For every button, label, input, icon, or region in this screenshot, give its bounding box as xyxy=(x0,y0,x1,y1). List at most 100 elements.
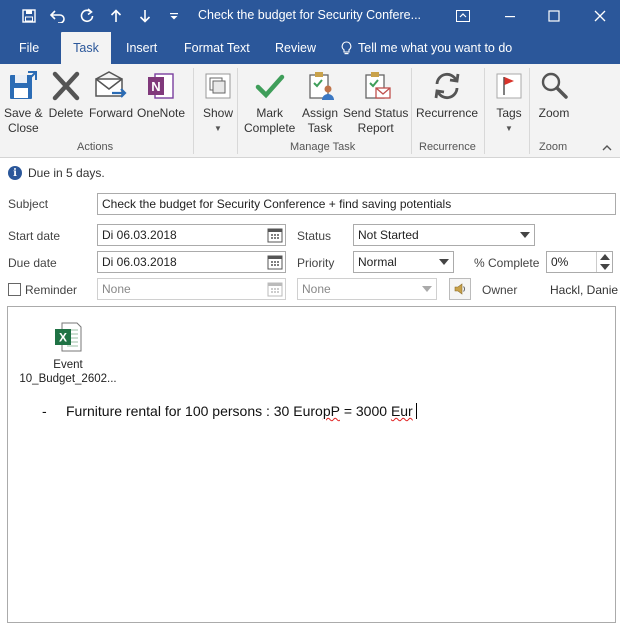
reminder-time-select[interactable]: None xyxy=(297,278,437,300)
subject-field[interactable]: Check the budget for Security Conference… xyxy=(97,193,616,215)
collapse-ribbon-icon[interactable] xyxy=(601,142,613,152)
reminder-checkbox[interactable] xyxy=(8,283,21,296)
chevron-down-icon xyxy=(520,232,530,238)
ribbon-display-options-icon[interactable] xyxy=(450,4,476,28)
start-date-label: Start date xyxy=(8,229,61,243)
spinner-buttons[interactable] xyxy=(596,252,612,272)
spin-up-icon[interactable] xyxy=(600,254,610,260)
percent-complete-spinner[interactable]: 0% xyxy=(546,251,613,273)
minimize-icon[interactable] xyxy=(497,4,523,28)
tab-insert[interactable]: Insert xyxy=(120,32,163,64)
body-text: = 3000 xyxy=(339,403,391,419)
redo-icon[interactable] xyxy=(76,5,98,27)
attachment-excel[interactable]: X Event 10_Budget_2602... xyxy=(18,321,118,386)
send-status-report-button[interactable]: Send Status Report xyxy=(343,68,408,136)
status-select[interactable]: Not Started xyxy=(353,224,535,246)
ribbon-tabs: File Task Insert Format Text Review Tell… xyxy=(0,32,620,64)
chevron-down-icon: ▼ xyxy=(214,124,222,133)
owner-label: Owner xyxy=(482,283,518,297)
save-close-button[interactable]: Save & Close xyxy=(4,68,43,136)
info-bar: i Due in 5 days. xyxy=(8,166,105,180)
mark-complete-button[interactable]: Mark Complete xyxy=(244,68,295,136)
customize-toolbar-icon[interactable] xyxy=(163,5,185,27)
lightbulb-icon xyxy=(341,40,352,54)
reminder-sound-button[interactable] xyxy=(449,278,471,300)
svg-text:N: N xyxy=(151,79,160,94)
tab-format-text[interactable]: Format Text xyxy=(178,32,256,64)
start-date-value: Di 06.03.2018 xyxy=(102,228,177,242)
manage-task-group-label: Manage Task xyxy=(290,141,356,153)
reminder-label: Reminder xyxy=(25,283,78,297)
show-icon xyxy=(200,68,236,104)
speaker-icon xyxy=(454,283,466,295)
tab-file[interactable]: File xyxy=(13,32,45,64)
chevron-down-icon: ▼ xyxy=(505,124,513,133)
onenote-button[interactable]: N OneNote xyxy=(137,68,185,121)
assign-line1: Assign xyxy=(302,106,339,120)
ribbon: Save & Close Delete Forward N OneNote Ac… xyxy=(0,64,620,158)
undo-icon[interactable] xyxy=(47,5,69,27)
forward-button[interactable]: Forward xyxy=(89,68,133,121)
tags-label: Tags xyxy=(496,106,522,120)
start-date-field[interactable]: Di 06.03.2018 xyxy=(97,224,286,246)
show-label: Show xyxy=(202,106,234,120)
ribbon-separator xyxy=(193,68,194,154)
spin-down-icon[interactable] xyxy=(600,264,610,270)
mark-complete-line1: Mark xyxy=(256,106,284,120)
close-icon[interactable] xyxy=(587,4,613,28)
save-icon[interactable] xyxy=(18,5,40,27)
calendar-icon[interactable] xyxy=(267,227,283,243)
recurrence-label: Recurrence xyxy=(416,106,479,120)
forward-label: Forward xyxy=(89,106,134,120)
arrow-down-icon[interactable] xyxy=(134,5,156,27)
attachment-name-line1: Event xyxy=(53,359,83,371)
window-title: Check the budget for Security Confere... xyxy=(198,8,422,22)
show-button[interactable]: Show ▼ xyxy=(200,68,236,136)
actions-group-label: Actions xyxy=(77,141,114,153)
body-text-misspelled: Eur xyxy=(390,403,413,419)
due-date-label: Due date xyxy=(8,256,57,270)
ribbon-separator xyxy=(529,68,530,154)
percent-complete-value: 0% xyxy=(551,255,569,269)
calendar-icon xyxy=(267,282,283,297)
tab-review[interactable]: Review xyxy=(269,32,322,64)
reminder-date-field[interactable]: None xyxy=(97,278,286,300)
priority-select[interactable]: Normal xyxy=(353,251,454,273)
assign-task-icon xyxy=(302,68,338,104)
maximize-icon[interactable] xyxy=(541,4,567,28)
delete-button[interactable]: Delete xyxy=(48,68,84,121)
zoom-button[interactable]: Zoom xyxy=(536,68,572,121)
recurrence-icon xyxy=(429,68,465,104)
recurrence-button[interactable]: Recurrence xyxy=(416,68,478,121)
save-close-line1: Save & xyxy=(4,106,43,120)
checkmark-icon xyxy=(252,68,288,104)
status-report-icon xyxy=(358,68,394,104)
chevron-down-icon xyxy=(439,259,449,265)
body-text-misspelled: pP xyxy=(322,403,340,419)
tell-me-search[interactable]: Tell me what you want to do xyxy=(335,32,518,64)
due-date-value: Di 06.03.2018 xyxy=(102,255,177,269)
zoom-group-label: Zoom xyxy=(539,141,568,153)
forward-envelope-icon xyxy=(93,68,129,104)
reminder-time-value: None xyxy=(302,282,331,296)
assign-task-button[interactable]: Assign Task xyxy=(302,68,338,136)
info-icon: i xyxy=(8,166,22,180)
send-status-line2: Report xyxy=(357,121,394,135)
arrow-up-icon[interactable] xyxy=(105,5,127,27)
svg-text:X: X xyxy=(59,331,67,345)
tags-button[interactable]: Tags ▼ xyxy=(491,68,527,136)
priority-value: Normal xyxy=(358,255,397,269)
task-body-editor[interactable]: X Event 10_Budget_2602... - Furniture re… xyxy=(7,306,616,623)
save-close-line2: Close xyxy=(8,121,39,135)
calendar-icon[interactable] xyxy=(267,254,283,270)
body-list-item: - Furniture rental for 100 persons : 30 … xyxy=(42,403,417,419)
reminder-date-value: None xyxy=(102,282,131,296)
mark-complete-line2: Complete xyxy=(244,121,296,135)
ribbon-separator xyxy=(237,68,238,154)
subject-label: Subject xyxy=(8,197,49,211)
send-status-line1: Send Status xyxy=(343,106,409,120)
due-date-field[interactable]: Di 06.03.2018 xyxy=(97,251,286,273)
owner-value: Hackl, Danie xyxy=(550,283,619,297)
tab-task[interactable]: Task xyxy=(61,32,111,64)
onenote-label: OneNote xyxy=(137,106,186,120)
